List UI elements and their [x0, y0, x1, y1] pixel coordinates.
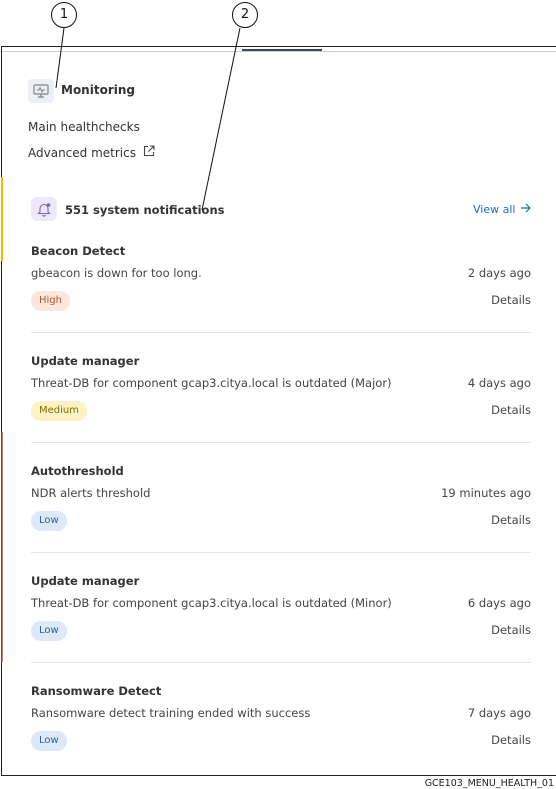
details-link[interactable]: Details: [491, 623, 531, 637]
severity-badge: Low: [31, 511, 67, 531]
divider: [31, 332, 531, 333]
notification-message: NDR alerts threshold: [31, 486, 151, 500]
details-link[interactable]: Details: [491, 403, 531, 417]
details-link[interactable]: Details: [491, 293, 531, 307]
bell-icon: [31, 197, 57, 221]
severity-badge: Low: [31, 621, 67, 641]
notification-time: 6 days ago: [467, 596, 531, 610]
notification-message: Threat-DB for component gcap3.citya.loca…: [31, 596, 392, 610]
tab-bar-divider: [2, 51, 556, 52]
severity-badge: Low: [31, 731, 67, 751]
notification-item: Ransomware Detect Ransomware detect trai…: [31, 684, 531, 764]
figure-id-label: GCE103_MENU_HEALTH_01: [424, 778, 554, 789]
divider: [31, 552, 531, 553]
external-link-icon: [143, 145, 155, 160]
notification-source: Beacon Detect: [31, 244, 126, 258]
notification-item: Beacon Detect gbeacon is down for too lo…: [31, 244, 531, 354]
notifications-title: 551 system notifications: [65, 203, 225, 217]
notification-time: 7 days ago: [467, 706, 531, 720]
notification-message: gbeacon is down for too long.: [31, 266, 202, 280]
notification-time: 2 days ago: [467, 266, 531, 280]
advanced-metrics-label: Advanced metrics: [28, 145, 136, 160]
severity-badge: High: [31, 291, 70, 311]
divider: [31, 662, 531, 663]
notification-time: 19 minutes ago: [441, 486, 531, 500]
arrow-right-icon: [520, 203, 532, 216]
notification-item: Update manager Threat-DB for component g…: [31, 354, 531, 464]
notification-message: Threat-DB for component gcap3.citya.loca…: [31, 376, 392, 390]
notification-item: Update manager Threat-DB for component g…: [31, 574, 531, 684]
monitor-icon: [28, 79, 54, 103]
details-link[interactable]: Details: [491, 733, 531, 747]
main-healthchecks-link[interactable]: Main healthchecks: [28, 120, 140, 134]
active-tab-indicator: [242, 49, 322, 51]
notification-item: Autothreshold NDR alerts threshold 19 mi…: [31, 464, 531, 574]
view-all-label: View all: [473, 203, 516, 216]
divider: [31, 442, 531, 443]
notification-source: Update manager: [31, 574, 140, 588]
left-accent-mark: [1, 177, 3, 261]
notification-source: Ransomware Detect: [31, 684, 162, 698]
details-link[interactable]: Details: [491, 513, 531, 527]
notification-source: Update manager: [31, 354, 140, 368]
advanced-metrics-link[interactable]: Advanced metrics: [28, 145, 155, 160]
notification-source: Autothreshold: [31, 464, 124, 478]
view-all-link[interactable]: View all: [473, 203, 532, 216]
monitoring-title: Monitoring: [61, 83, 135, 97]
severity-badge: Medium: [31, 401, 87, 421]
notification-time: 4 days ago: [467, 376, 531, 390]
callout-1: 1: [51, 2, 77, 28]
callout-2: 2: [232, 2, 258, 28]
notification-message: Ransomware detect training ended with su…: [31, 706, 311, 720]
health-menu-panel: Monitoring Main healthchecks Advanced me…: [1, 46, 556, 776]
left-accent-mark: [1, 432, 3, 662]
